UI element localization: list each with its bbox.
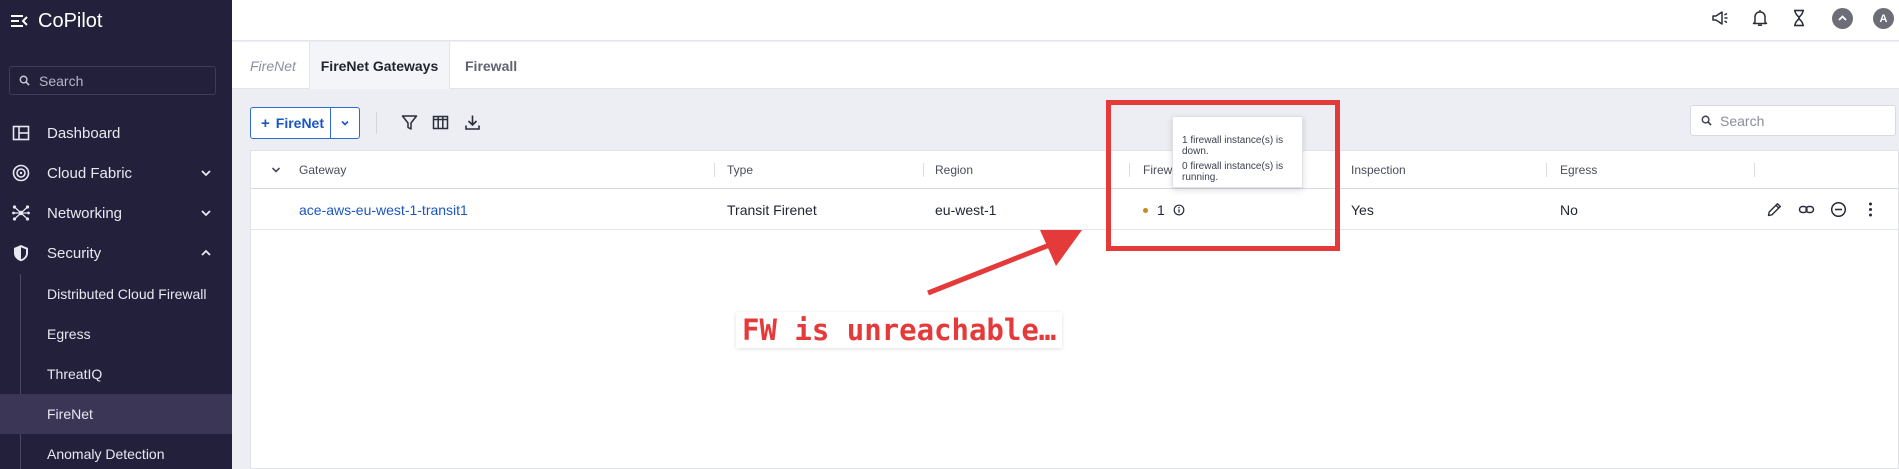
toolbar-divider [376,112,377,134]
chevron-down-icon [201,170,211,177]
sidebar-subitem-label: Anomaly Detection [47,446,165,462]
column-header-inspection[interactable]: Inspection [1351,151,1406,189]
sidebar-subitem-anomaly-detection[interactable]: Anomaly Detection [0,434,232,469]
gateway-link[interactable]: ace-aws-eu-west-1-transit1 [299,202,468,218]
sidebar-item-dashboard[interactable]: Dashboard [0,113,232,153]
sidebar-item-label: Security [47,244,102,262]
add-firenet-label: FireNet [275,115,324,131]
tab-firenet-gateways[interactable]: FireNet Gateways [309,42,450,89]
sidebar-subitem-label: Distributed Cloud Firewall [47,286,207,302]
sidebar-search[interactable] [9,66,216,95]
sidebar-item-label: Networking [47,204,123,222]
chevron-down-icon[interactable] [270,164,282,176]
menu-collapse-icon[interactable] [10,12,28,30]
shield-icon [14,245,28,262]
button-divider [330,108,331,138]
sidebar-subitem-label: ThreatIQ [47,366,103,382]
sidebar-subitem-label: Egress [47,326,91,342]
sidebar-item-cloud-fabric[interactable]: Cloud Fabric [0,153,232,193]
megaphone-icon[interactable] [1710,8,1730,28]
chevron-up-icon [1838,15,1847,21]
avatar[interactable]: A [1873,8,1894,29]
cell-inspection: Yes [1351,202,1374,218]
bell-icon[interactable] [1750,8,1770,28]
column-divider [1754,163,1755,177]
table-header: Gateway Type Region Firew Inspection Egr… [251,151,1898,189]
up-arrow-icon[interactable] [1832,8,1853,29]
link-icon[interactable] [1798,201,1815,218]
search-icon [1701,115,1712,126]
app-name: CoPilot [38,9,103,32]
sidebar-item-label: Dashboard [47,124,121,142]
top-bar: A [232,0,1899,41]
columns-icon[interactable] [432,114,449,131]
download-icon[interactable] [464,114,481,131]
plus-icon: + [261,114,270,132]
remove-circle-icon[interactable] [1830,201,1847,218]
dashboard-icon [12,125,30,141]
chevron-up-icon [201,249,211,256]
column-header-region[interactable]: Region [935,151,973,189]
column-header-type[interactable]: Type [727,151,753,189]
column-divider [923,163,924,177]
table-search-input[interactable] [1720,112,1890,129]
more-options-icon[interactable] [1862,201,1879,218]
sidebar-search-input[interactable] [39,72,209,89]
sidebar-subitem-label: FireNet [47,406,93,422]
sidebar-subitem-egress[interactable]: Egress [0,314,232,354]
cell-type: Transit Firenet [727,202,817,218]
sidebar-subitem-distributed-cloud-firewall[interactable]: Distributed Cloud Firewall [0,274,232,314]
sidebar-subitem-threatiq[interactable]: ThreatIQ [0,354,232,394]
sidebar-item-label: Cloud Fabric [47,164,133,182]
sidebar-item-networking[interactable]: Networking [0,193,232,233]
annotation-highlight-box [1106,100,1340,251]
sidebar-item-security[interactable]: Security [0,233,232,273]
search-icon [19,75,30,86]
edit-icon[interactable] [1766,201,1783,218]
cloud-fabric-icon [12,164,30,182]
sidebar: CoPilot Dashboard Cloud Fabric [0,0,232,469]
filter-icon[interactable] [401,114,418,131]
column-divider [714,163,715,177]
column-header-gateway[interactable]: Gateway [299,151,346,189]
table-search[interactable] [1690,105,1896,136]
tab-firewall[interactable]: Firewall [465,42,517,89]
tabs-bar: FireNet FireNet Gateways Firewall [232,42,1899,89]
annotation-arrow-icon [927,230,1082,296]
tab-firenet[interactable]: FireNet [250,42,296,89]
chevron-down-icon [201,210,211,217]
column-header-egress[interactable]: Egress [1560,151,1597,189]
annotation-label: FW is unreachable… [736,312,1063,348]
sidebar-subitem-firenet[interactable]: FireNet [0,394,232,434]
add-firenet-button[interactable]: + FireNet [250,107,360,139]
cell-gateway: ace-aws-eu-west-1-transit1 [299,190,468,230]
hourglass-icon[interactable] [1789,8,1809,28]
cell-egress: No [1560,202,1578,218]
chevron-down-icon[interactable] [339,117,351,129]
gateways-table: Gateway Type Region Firew Inspection Egr… [250,150,1899,469]
column-divider [1546,163,1547,177]
networking-icon [12,205,30,221]
brand: CoPilot [10,9,102,33]
